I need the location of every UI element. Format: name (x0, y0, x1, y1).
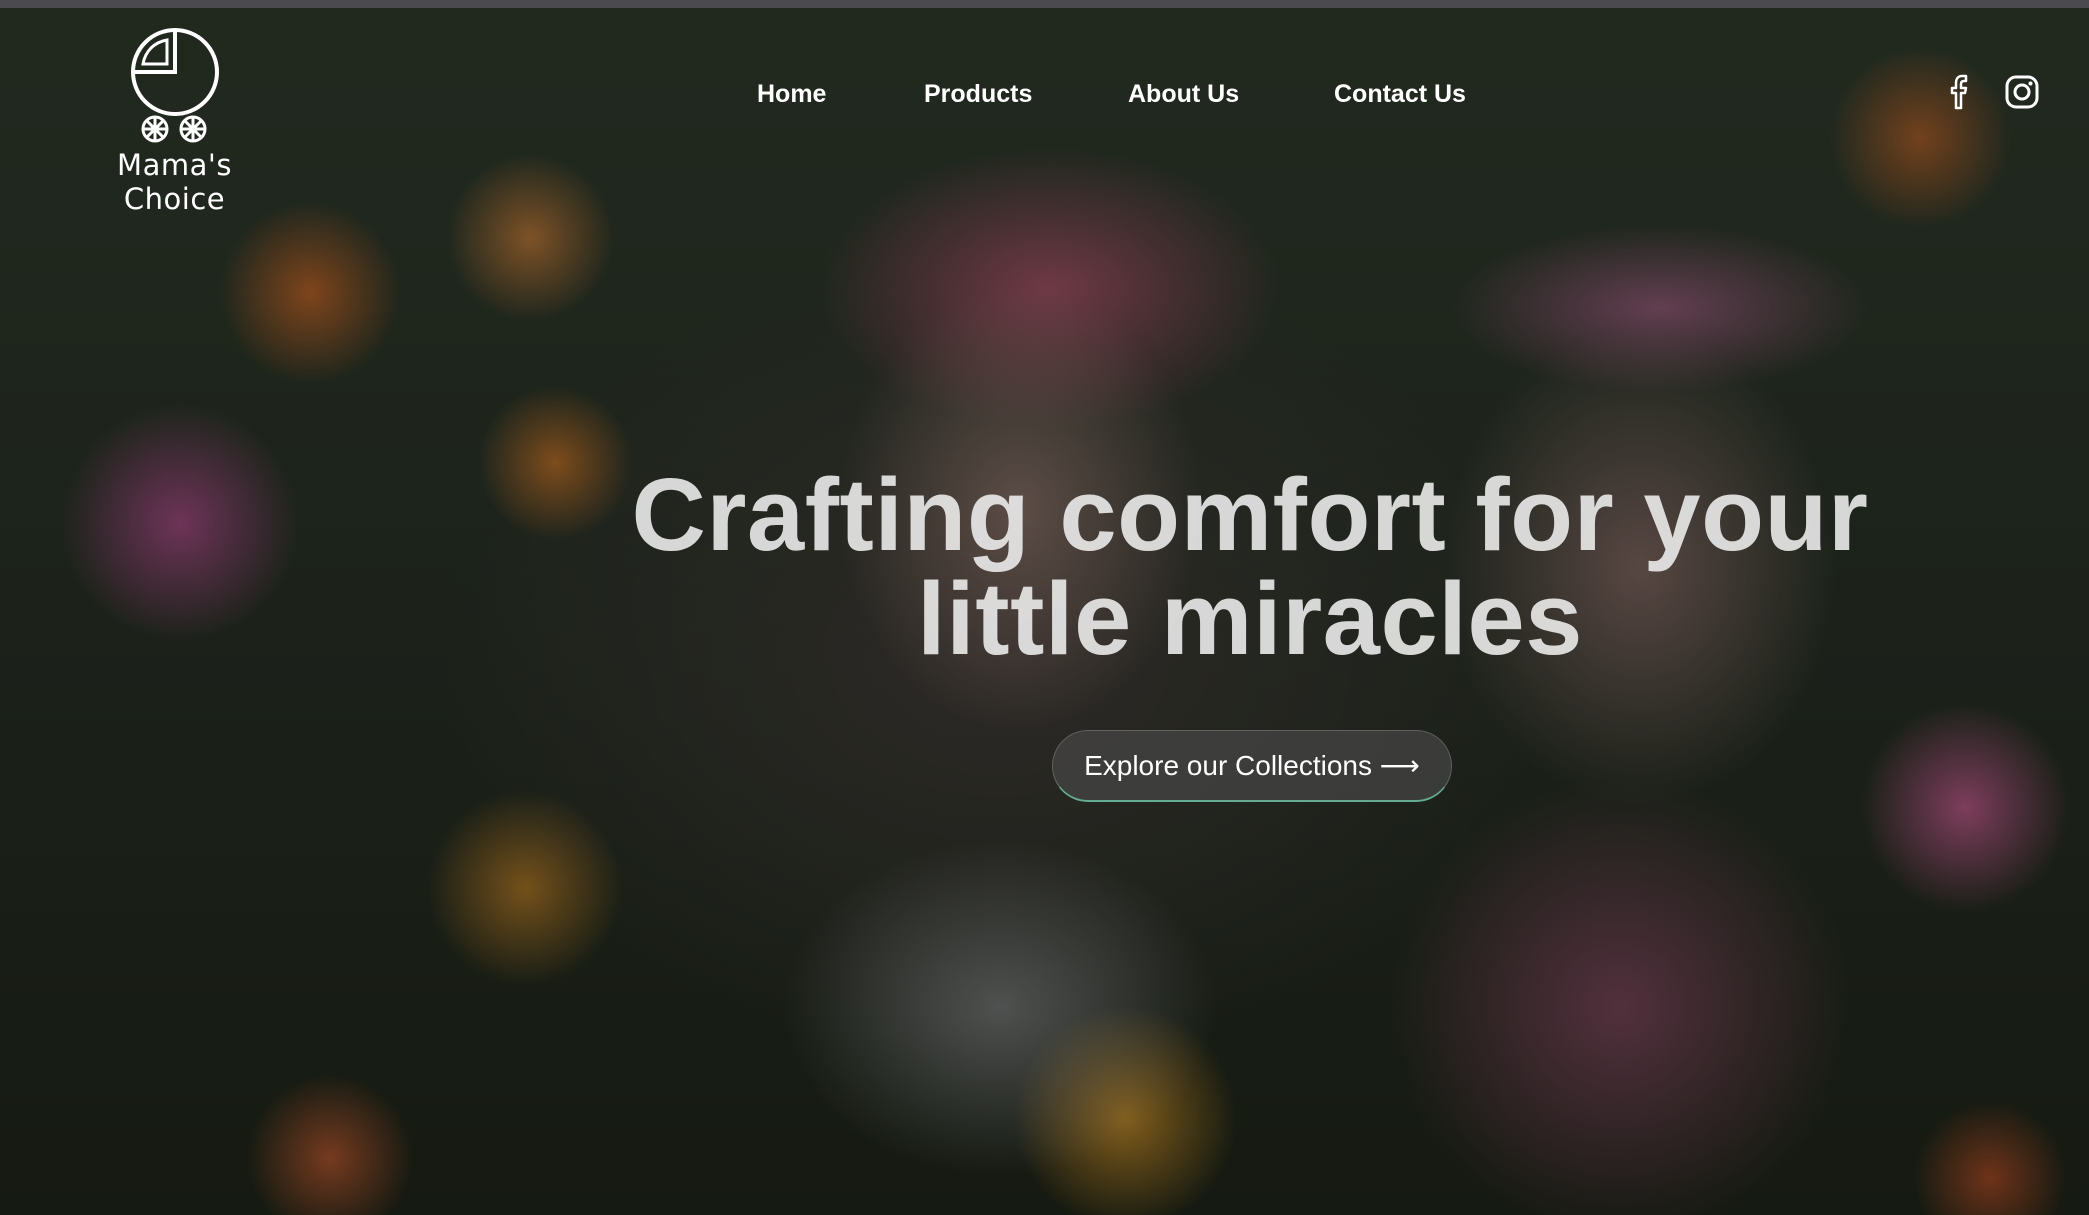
nav-about-us[interactable]: About Us (1128, 76, 1239, 112)
hero-section: Mama's Choice Home Products About Us Con… (0, 8, 2089, 1215)
hero-headline-line-2: little miracles (917, 561, 1583, 676)
brand-name: Mama's Choice (117, 148, 232, 216)
main-nav: Home Products About Us Contact Us (0, 76, 2089, 116)
instagram-link[interactable] (2004, 74, 2040, 115)
explore-collections-button[interactable]: Explore our Collections ⟶ (1052, 730, 1452, 802)
facebook-link[interactable] (1948, 74, 1974, 115)
nav-home[interactable]: Home (757, 76, 826, 112)
facebook-icon (1950, 74, 1968, 110)
instagram-icon (2005, 75, 2039, 109)
hero-headline-line-1: Crafting comfort for your (631, 457, 1869, 572)
hero-headline: Crafting comfort for your little miracle… (560, 463, 1940, 671)
nav-contact-us[interactable]: Contact Us (1334, 76, 1466, 112)
brand-logo[interactable]: Mama's Choice (62, 26, 287, 216)
nav-products[interactable]: Products (924, 76, 1032, 112)
browser-top-strip (0, 0, 2089, 8)
